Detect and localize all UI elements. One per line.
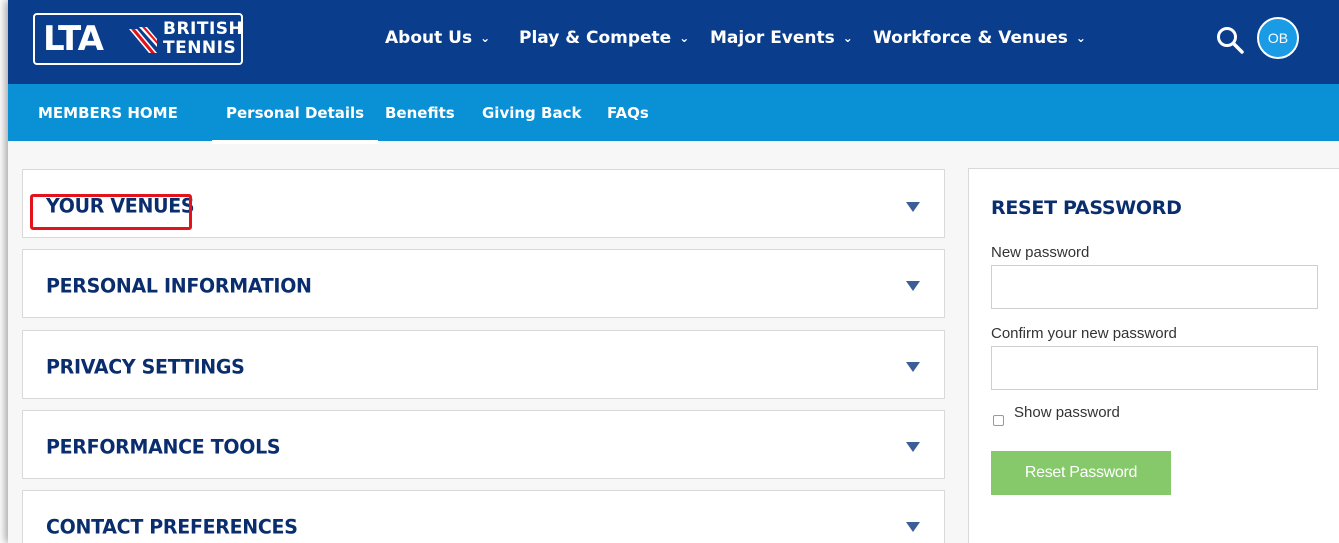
caret-down-icon[interactable] bbox=[906, 522, 920, 532]
highlight-annotation-box bbox=[30, 194, 192, 230]
show-password-label[interactable]: Show password bbox=[1014, 404, 1120, 421]
chevron-down-icon: ⌄ bbox=[842, 31, 853, 45]
nav-about-us[interactable]: About Us ⌄ bbox=[385, 28, 490, 48]
lta-british-tennis-logo[interactable]: LTA BRITISH TENNIS bbox=[33, 13, 243, 65]
section-title: PERFORMANCE TOOLS bbox=[46, 435, 281, 459]
browser-viewport: LTA BRITISH TENNIS About Us ⌄ Play & Comp… bbox=[8, 0, 1339, 543]
caret-down-icon[interactable] bbox=[906, 281, 920, 291]
reset-password-button[interactable]: Reset Password bbox=[991, 451, 1171, 495]
nav-workforce-venues[interactable]: Workforce & Venues ⌄ bbox=[873, 28, 1086, 48]
chevron-down-icon: ⌄ bbox=[1075, 31, 1086, 45]
tab-faqs[interactable]: FAQs bbox=[607, 104, 649, 122]
reset-password-card: RESET PASSWORD New password Confirm your… bbox=[968, 168, 1339, 543]
section-title: PERSONAL INFORMATION bbox=[46, 274, 312, 298]
confirm-password-label: Confirm your new password bbox=[991, 325, 1177, 342]
accordion-contact-preferences[interactable]: CONTACT PREFERENCES bbox=[22, 490, 945, 543]
nav-label: Workforce & Venues bbox=[873, 28, 1068, 48]
show-password-checkbox[interactable] bbox=[993, 415, 1004, 426]
caret-down-icon[interactable] bbox=[906, 362, 920, 372]
nav-major-events[interactable]: Major Events ⌄ bbox=[710, 28, 853, 48]
union-flag-icon bbox=[129, 27, 157, 53]
tab-members-home[interactable]: MEMBERS HOME bbox=[38, 104, 178, 122]
confirm-password-field[interactable] bbox=[991, 346, 1318, 390]
nav-play-compete[interactable]: Play & Compete ⌄ bbox=[519, 28, 689, 48]
chevron-down-icon: ⌄ bbox=[480, 31, 491, 45]
logo-british-tennis-text: BRITISH TENNIS bbox=[163, 20, 243, 58]
caret-down-icon[interactable] bbox=[906, 202, 920, 212]
section-title: CONTACT PREFERENCES bbox=[46, 515, 298, 539]
nav-label: Major Events bbox=[710, 28, 835, 48]
tab-personal-details[interactable]: Personal Details bbox=[211, 104, 379, 144]
members-sub-navigation: MEMBERS HOME Personal Details Benefits G… bbox=[8, 84, 1339, 144]
new-password-field[interactable] bbox=[991, 265, 1318, 309]
tab-giving-back[interactable]: Giving Back bbox=[482, 104, 581, 122]
section-title: PRIVACY SETTINGS bbox=[46, 355, 245, 379]
new-password-label: New password bbox=[991, 244, 1090, 261]
nav-label: Play & Compete bbox=[519, 28, 672, 48]
user-avatar[interactable]: OB bbox=[1257, 17, 1299, 59]
caret-down-icon[interactable] bbox=[906, 442, 920, 452]
accordion-privacy-settings[interactable]: PRIVACY SETTINGS bbox=[22, 330, 945, 399]
top-navigation-bar: LTA BRITISH TENNIS About Us ⌄ Play & Comp… bbox=[8, 0, 1339, 84]
logo-lta-text: LTA bbox=[43, 19, 104, 59]
accordion-personal-information[interactable]: PERSONAL INFORMATION bbox=[22, 249, 945, 318]
chevron-down-icon: ⌄ bbox=[679, 31, 690, 45]
search-icon[interactable] bbox=[1215, 25, 1245, 55]
nav-label: About Us bbox=[385, 28, 473, 48]
accordion-performance-tools[interactable]: PERFORMANCE TOOLS bbox=[22, 410, 945, 479]
tab-benefits[interactable]: Benefits bbox=[385, 104, 455, 122]
reset-password-title: RESET PASSWORD bbox=[991, 197, 1182, 219]
logo-tennis: TENNIS bbox=[163, 38, 237, 58]
logo-british: BRITISH bbox=[163, 19, 244, 39]
